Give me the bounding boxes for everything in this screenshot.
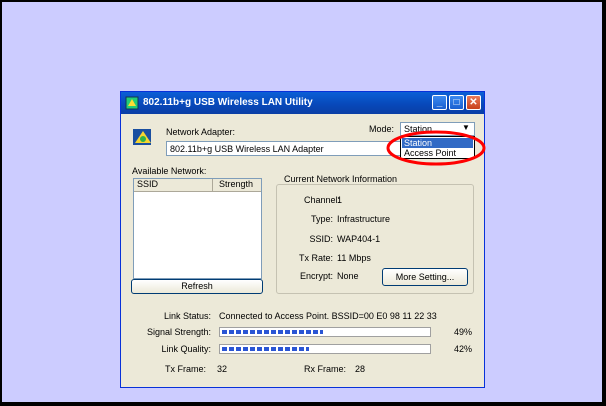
link-quality-fill <box>222 347 309 351</box>
refresh-button[interactable]: Refresh <box>131 279 263 294</box>
signal-strength-label: Signal Strength: <box>146 327 211 337</box>
link-status-value: Connected to Access Point. BSSID=00 E0 9… <box>219 311 437 321</box>
encrypt-label: Encrypt: <box>299 271 333 281</box>
column-header-ssid[interactable]: SSID <box>134 179 213 191</box>
link-quality-value: 42% <box>454 344 473 354</box>
tx-rate-value: 11 Mbps <box>337 253 371 263</box>
ssid-value: WAP404-1 <box>337 234 381 244</box>
tx-frame-value: 32 <box>217 364 228 374</box>
current-network-title: Current Network Information <box>282 174 400 184</box>
network-list[interactable]: SSID Strength <box>133 178 262 279</box>
rx-frame-label: Rx Frame: <box>304 364 347 374</box>
type-value: Infrastructure <box>337 214 391 224</box>
signal-strength-bar <box>219 327 431 337</box>
wireless-app-icon <box>125 96 139 110</box>
channel-value: 1 <box>337 195 343 205</box>
adapter-value: 802.11b+g USB Wireless LAN Adapter <box>170 144 324 154</box>
tx-frame-label: Tx Frame: <box>165 364 207 374</box>
ssid-label: SSID: <box>309 234 333 244</box>
column-header-strength[interactable]: Strength <box>214 179 261 191</box>
link-quality-label: Link Quality: <box>161 344 211 354</box>
highlight-ellipse <box>386 130 486 166</box>
title-bar[interactable]: 802.11b+g USB Wireless LAN Utility _ □ ✕ <box>121 92 484 114</box>
signal-strength-fill <box>222 330 323 334</box>
adapter-icon <box>133 129 151 145</box>
tx-rate-label: Tx Rate: <box>298 253 333 263</box>
type-label: Type: <box>310 214 333 224</box>
more-setting-button[interactable]: More Setting... <box>382 268 468 286</box>
channel-label: Channel: <box>303 195 340 205</box>
adapter-label: Network Adapter: <box>166 127 236 137</box>
link-quality-bar <box>219 344 431 354</box>
network-list-header: SSID Strength <box>134 179 261 192</box>
minimize-button[interactable]: _ <box>432 95 447 110</box>
close-button[interactable]: ✕ <box>466 95 481 110</box>
adapter-field[interactable]: 802.11b+g USB Wireless LAN Adapter <box>166 141 401 156</box>
window-title: 802.11b+g USB Wireless LAN Utility <box>143 97 313 108</box>
utility-window: 802.11b+g USB Wireless LAN Utility _ □ ✕… <box>120 91 486 388</box>
encrypt-value: None <box>337 271 359 281</box>
signal-strength-value: 49% <box>454 327 473 337</box>
available-network-label: Available Network: <box>132 166 207 176</box>
link-status-label: Link Status: <box>163 311 211 321</box>
rx-frame-value: 28 <box>355 364 366 374</box>
maximize-button[interactable]: □ <box>449 95 464 110</box>
